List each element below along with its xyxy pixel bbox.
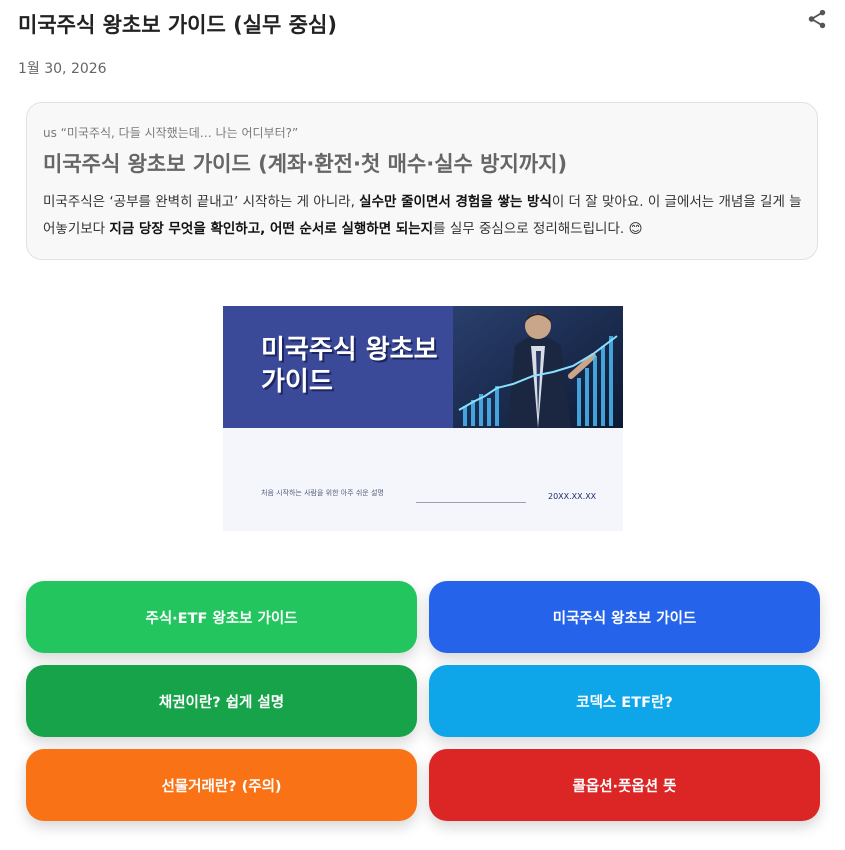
intro-kicker: us “미국주식, 다들 시작했는데… 나는 어디부터?”: [43, 126, 299, 140]
link-button-us-stock-guide[interactable]: 미국주식 왕초보 가이드: [429, 581, 820, 653]
link-button-futures-trading[interactable]: 선물거래란? (주의): [26, 749, 417, 821]
intro-body-text-1: 미국주식은 ‘공부를 완벽히 끝내고’ 시작하는 게 아니라,: [43, 194, 360, 210]
link-button-stock-etf-guide[interactable]: 주식·ETF 왕초보 가이드: [26, 581, 417, 653]
post-date: 1월 30, 2026: [18, 61, 107, 77]
intro-heading: 미국주식 왕초보 가이드 (계좌·환전·첫 매수·실수 방지까지): [43, 152, 568, 176]
intro-body-bold-1: 실수만 줄이면서 경험을 쌓는 방식: [359, 194, 552, 210]
thumbnail-title: 미국주식 왕초보 가이드: [261, 335, 438, 397]
thumbnail-divider: [416, 502, 526, 503]
post-title: 미국주식 왕초보 가이드 (실무 중심): [18, 13, 337, 37]
thumbnail-subtitle: 처음 시작하는 사람을 위한 아주 쉬운 설명: [261, 489, 384, 497]
intro-body-bold-2: 지금 당장 무엇을 확인하고, 어떤 순서로 실행하면 되는지: [109, 221, 434, 237]
link-button-bond-explained[interactable]: 채권이란? 쉽게 설명: [26, 665, 417, 737]
thumbnail-image: 미국주식 왕초보 가이드 처음 시작하는 사람을 위한 아주 쉬운 설명 20X…: [223, 306, 623, 531]
share-icon[interactable]: [806, 8, 828, 30]
link-button-kodex-etf[interactable]: 코덱스 ETF란?: [429, 665, 820, 737]
thumbnail-date: 20XX.XX.XX: [548, 492, 597, 501]
intro-body: 미국주식은 ‘공부를 완벽히 끝내고’ 시작하는 게 아니라, 실수만 줄이면서…: [43, 189, 803, 243]
link-button-call-put-options[interactable]: 콜옵션·풋옵션 뜻: [429, 749, 820, 821]
stock-chart-photo-icon: [453, 306, 623, 428]
intro-card: us “미국주식, 다들 시작했는데… 나는 어디부터?” 미국주식 왕초보 가…: [26, 102, 818, 260]
intro-body-text-3: 를 실무 중심으로 정리해드립니다. 😊: [433, 221, 643, 237]
